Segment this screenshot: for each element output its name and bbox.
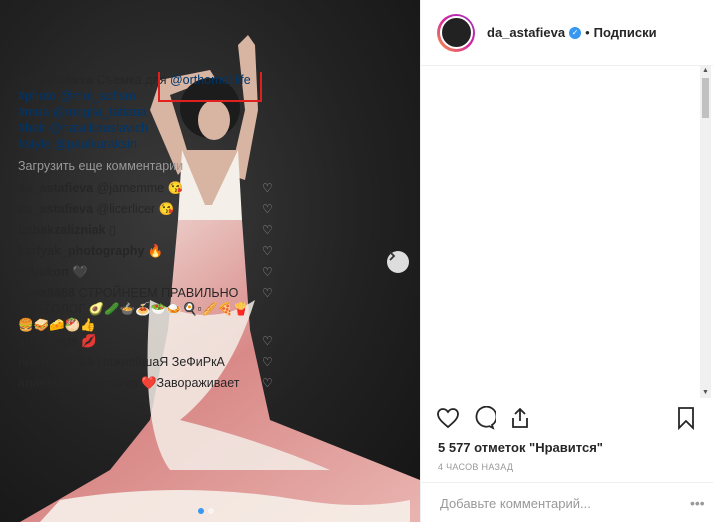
heart-icon[interactable]: ♡ xyxy=(262,224,274,236)
like-button[interactable] xyxy=(436,406,460,430)
comment-text: 🖤 xyxy=(72,265,88,279)
heart-icon[interactable]: ♡ xyxy=(262,245,274,257)
comments-list: da_astafieva Съемка для @orthomol.life #… xyxy=(18,72,274,398)
comment-text: 🔥 xyxy=(147,244,164,258)
heart-icon xyxy=(437,408,459,429)
comment-username[interactable]: dieta8888 xyxy=(18,286,75,300)
comment-username[interactable]: da_astafieva xyxy=(18,202,93,216)
comment-text: 💋 xyxy=(81,334,97,348)
heart-icon[interactable]: ♡ xyxy=(262,182,274,194)
verified-icon: ✓ xyxy=(569,26,582,39)
post-header: da_astafieva ✓ • Подписки xyxy=(421,0,713,66)
header-separator: • xyxy=(585,25,590,40)
bookmark-icon xyxy=(678,407,694,431)
comment-username[interactable]: marusssi4ka xyxy=(18,355,94,369)
load-more-comments[interactable]: Загрузить еще комментарии xyxy=(18,158,274,174)
heart-icon[interactable]: ♡ xyxy=(262,335,274,347)
hashtag-link[interactable]: #mua xyxy=(18,105,49,119)
comment-row: dieta8888 СТРОЙНЕЕМ ПРАВИЛЬНО ДИЕТОЛОГ 🥑… xyxy=(18,285,274,333)
comment-username[interactable]: babakzalizniak xyxy=(18,223,106,237)
scroll-up-icon[interactable]: ▲ xyxy=(700,66,711,76)
carousel-dot xyxy=(208,508,214,514)
mention-link[interactable]: @natalibraslavich xyxy=(49,121,148,135)
highlight-box xyxy=(158,72,262,102)
carousel-dots xyxy=(198,508,214,514)
share-icon xyxy=(512,407,528,428)
comment-username[interactable]: da_astafieva xyxy=(18,181,93,195)
comment-text: ❤️Завораживает xyxy=(140,376,240,390)
heart-icon[interactable]: ♡ xyxy=(262,377,274,389)
heart-icon[interactable]: ♡ xyxy=(262,203,274,215)
comment-username[interactable]: syvokon xyxy=(18,265,69,279)
comment-row: syvokon 🖤 ♡ xyxy=(18,264,274,285)
comment-row: marusssi4ka НежнейшаЯ ЗеФиРкА ♡ xyxy=(18,354,274,375)
likes-count[interactable]: 5 577 отметок "Нравится" xyxy=(438,440,603,455)
chevron-right-icon xyxy=(389,251,396,261)
heart-icon[interactable]: ♡ xyxy=(262,287,274,299)
comment-icon xyxy=(475,406,496,430)
heart-icon[interactable]: ♡ xyxy=(262,266,274,278)
next-photo-button[interactable] xyxy=(387,251,409,273)
add-comment-bar: ••• xyxy=(420,482,713,522)
comments-scrollbar[interactable]: ▲ ▼ xyxy=(700,66,711,398)
post-timestamp: 4 ЧАСОВ НАЗАД xyxy=(438,462,514,472)
heart-icon[interactable]: ♡ xyxy=(262,356,274,368)
scroll-down-icon[interactable]: ▼ xyxy=(700,388,711,398)
hashtag-link[interactable]: #photo xyxy=(18,89,56,103)
comment-username[interactable]: abcdrings xyxy=(18,334,78,348)
comment-text: НежнейшаЯ ЗеФиРкА xyxy=(97,355,225,369)
comment-username[interactable]: karlyak_photography xyxy=(18,244,144,258)
comment-row: da_astafieva @licerlicer 😘 ♡ xyxy=(18,201,274,222)
share-button[interactable] xyxy=(508,406,532,430)
comment-row: babakzalizniak ▯ ♡ xyxy=(18,222,274,243)
avatar[interactable] xyxy=(437,13,475,52)
hashtag-link[interactable]: #style xyxy=(18,137,51,151)
comment-text: ▯ xyxy=(109,223,116,237)
caption: da_astafieva Съемка для @orthomol.life #… xyxy=(18,72,274,152)
hashtag-link[interactable]: #hair xyxy=(18,121,46,135)
comment-text: @licerlicer 😘 xyxy=(96,202,175,216)
comment-row: da_astafieva @jamemme 😘 ♡ xyxy=(18,180,274,201)
comment-row: anastasiiapogosova ❤️Завораживает ♡ xyxy=(18,375,274,396)
comment-text: @jamemme 😘 xyxy=(96,181,184,195)
comment-row: karlyak_photography 🔥 ♡ xyxy=(18,243,274,264)
more-options-icon[interactable]: ••• xyxy=(690,495,705,511)
mention-link[interactable]: @mogila_tatiana xyxy=(53,105,147,119)
caption-text: Съемка для xyxy=(96,73,167,87)
follow-button[interactable]: Подписки xyxy=(594,25,657,40)
caption-username[interactable]: da_astafieva xyxy=(18,73,93,87)
comment-input[interactable] xyxy=(438,495,672,512)
comment-row: abcdrings 💋 ♡ xyxy=(18,333,274,354)
comment-button[interactable] xyxy=(472,406,496,430)
header-username[interactable]: da_astafieva xyxy=(487,25,565,40)
carousel-dot-active xyxy=(198,508,204,514)
post-actions xyxy=(436,406,532,430)
save-button[interactable] xyxy=(674,406,698,431)
scroll-thumb[interactable] xyxy=(702,78,709,118)
mention-link[interactable]: @paulkuraksin xyxy=(54,137,137,151)
comment-username[interactable]: anastasiiapogosova xyxy=(18,376,138,390)
mention-link[interactable]: @moi_sofism xyxy=(60,89,136,103)
